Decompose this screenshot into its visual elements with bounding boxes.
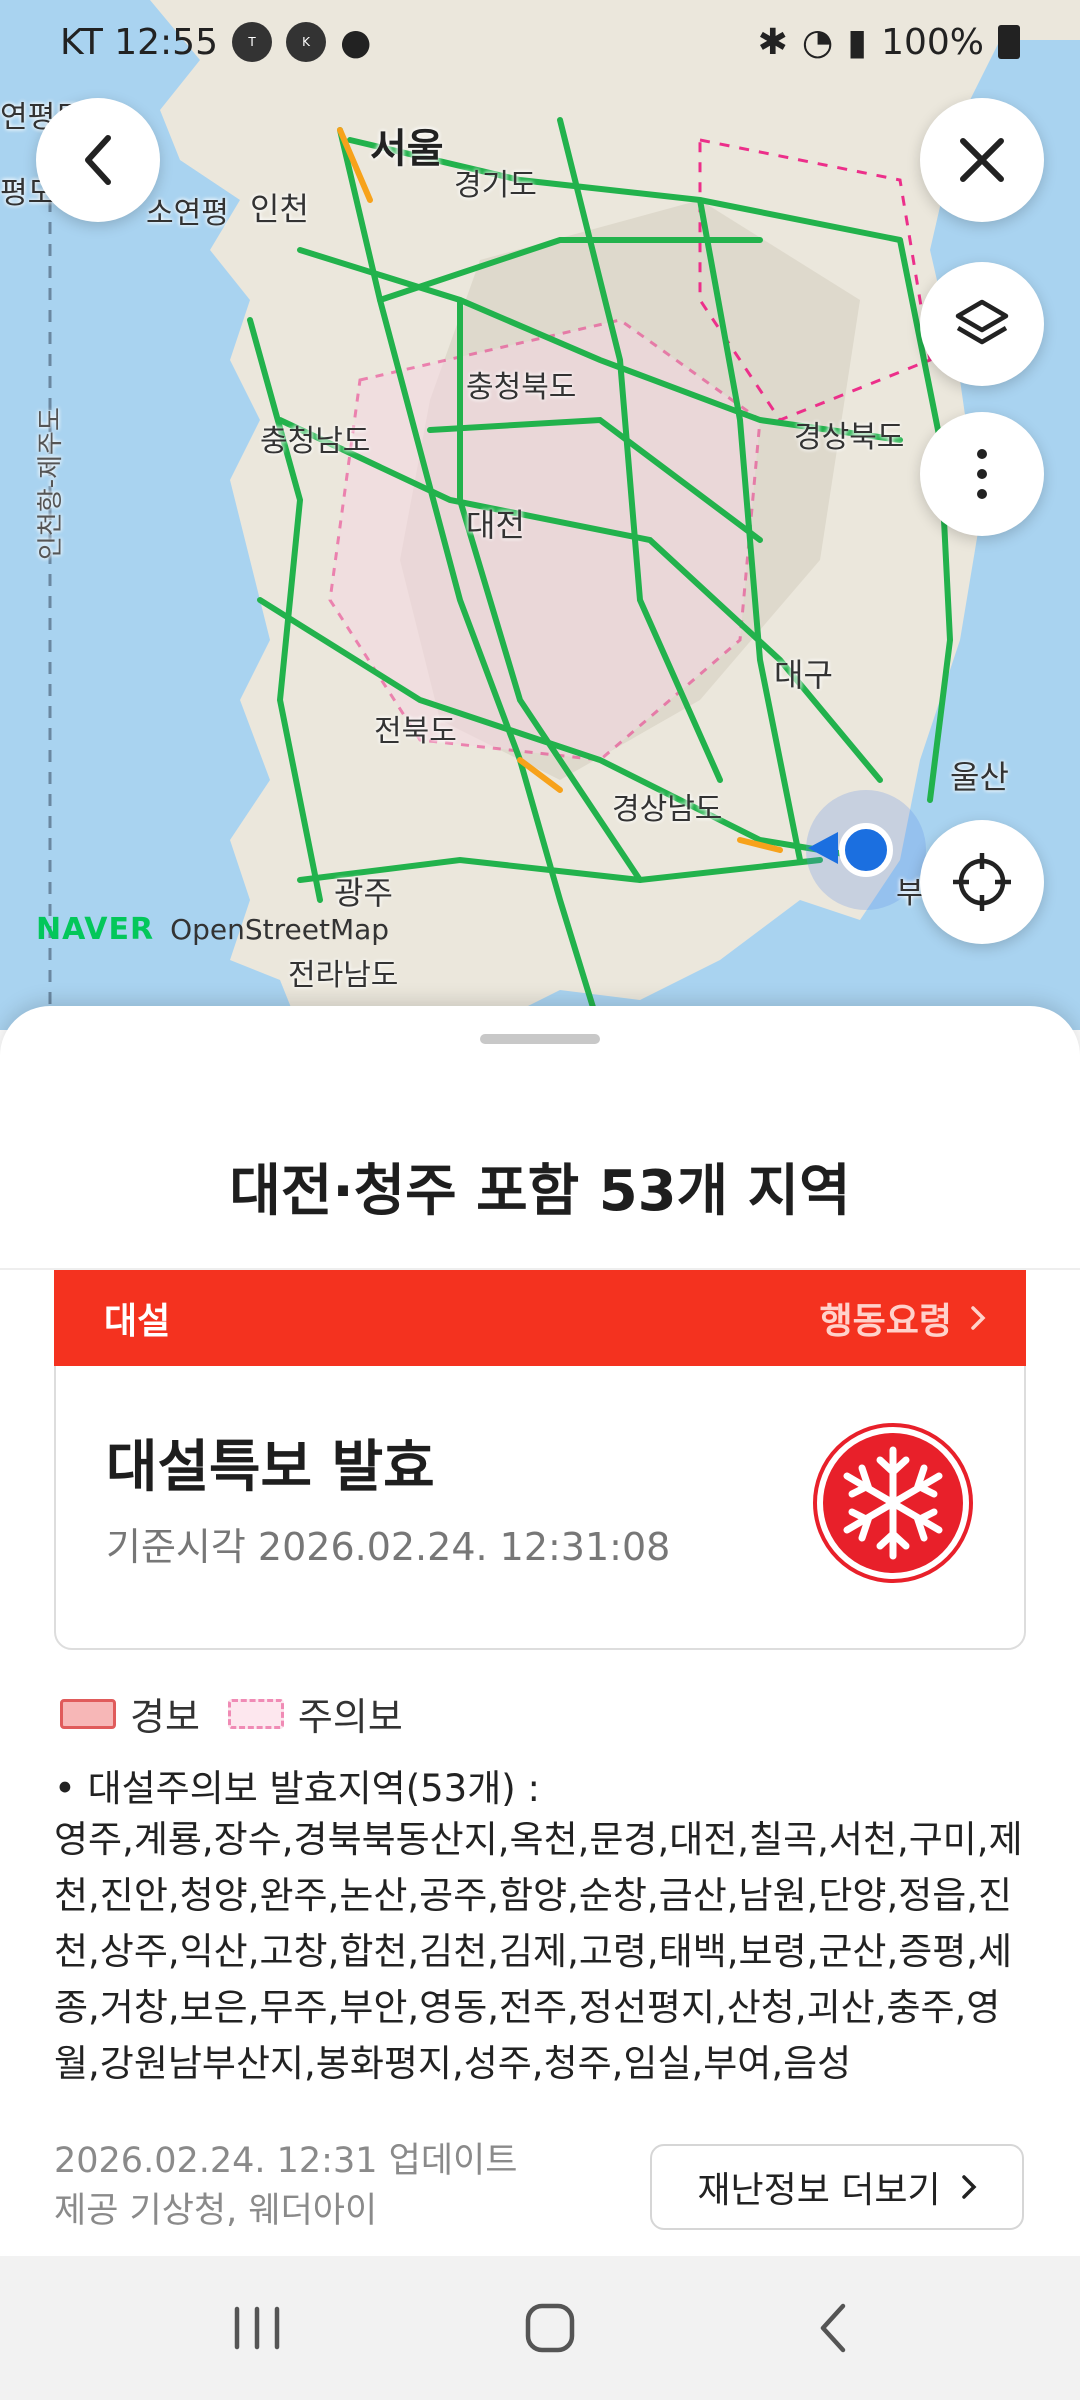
- bluetooth-icon: ✱: [757, 21, 788, 63]
- legend: 경보 주의보: [60, 1686, 403, 1741]
- sheet-title: 대전·청주 포함 53개 지역: [229, 1159, 851, 1224]
- chevron-right-icon: [961, 2175, 977, 2199]
- sheet-drag-handle[interactable]: [480, 1034, 600, 1044]
- recents-icon[interactable]: [227, 2303, 287, 2353]
- legend-advisory-swatch: [227, 1698, 284, 1729]
- naver-logo: NAVER: [36, 912, 155, 947]
- map-view[interactable]: KT 12:55 T K ● ✱ ◔ ▮ 100% 연평도 평도 서울 인천 소…: [0, 0, 1080, 1030]
- action-guide-label: 행동요령: [819, 1301, 952, 1342]
- region-header: • 대설주의보 발효지역(53개) :: [54, 1767, 540, 1810]
- more-disaster-info-button[interactable]: 재난정보 더보기: [650, 2144, 1024, 2230]
- dog-icon: ●: [340, 21, 372, 63]
- alert-category: 대설: [104, 1301, 171, 1342]
- alert-card-body: 대설특보 발효 기준시각 2026.02.24. 12:31:08: [56, 1366, 1024, 1646]
- crosshair-icon: [953, 853, 1011, 911]
- back-button[interactable]: [36, 98, 160, 222]
- wifi-icon: ◔: [801, 21, 834, 63]
- layers-icon: [955, 299, 1009, 345]
- my-location-button[interactable]: [920, 820, 1044, 944]
- osm-credit: OpenStreetMap: [170, 913, 390, 946]
- signal-icon: ▮: [847, 21, 868, 63]
- carrier-time: KT 12:55: [60, 21, 218, 63]
- map-label-ferry: 인천항-제주도: [36, 407, 66, 560]
- map-label-gyeongnam: 경상남도: [612, 792, 723, 827]
- alert-headline: 대설특보 발효: [106, 1435, 435, 1500]
- map-attribution: NAVER OpenStreetMap: [36, 912, 389, 947]
- map-label-chungbuk: 충청북도: [466, 370, 577, 405]
- footer-info: 2026.02.24. 12:31 업데이트 제공 기상청, 웨더아이: [54, 2136, 517, 2236]
- home-icon[interactable]: [522, 2300, 578, 2356]
- system-nav-bar: [0, 2256, 1080, 2400]
- close-button[interactable]: [920, 98, 1044, 222]
- map-label-incheon: 인천: [250, 190, 309, 228]
- back-nav-icon[interactable]: [813, 2300, 853, 2356]
- battery-icon: [998, 25, 1020, 59]
- status-right: ✱ ◔ ▮ 100%: [758, 22, 1020, 63]
- battery-percent: 100%: [881, 21, 984, 63]
- alert-card: 대설 행동요령 대설특보 발효 기준시각 2026.02.24. 12:31:0…: [54, 1270, 1026, 1650]
- map-label-jeonnam: 전라남도: [288, 958, 399, 993]
- map-label-gyeongbuk: 경상북도: [794, 420, 905, 455]
- snowflake-icon: [813, 1423, 973, 1583]
- keyplus-icon: K: [286, 22, 326, 62]
- more-vertical-icon: [977, 449, 987, 499]
- legend-warning-label: 경보: [130, 1695, 200, 1739]
- region-list: 영주,계룡,장수,경북북동산지,옥천,문경,대전,칠곡,서천,구미,제천,진안,…: [54, 1818, 1023, 2085]
- layers-button[interactable]: [920, 262, 1044, 386]
- updated-time: 2026.02.24. 12:31 업데이트: [54, 2141, 518, 2181]
- status-left: KT 12:55 T K ●: [60, 22, 371, 63]
- map-label-ulsan: 울산: [950, 758, 1009, 796]
- talk-icon: T: [232, 22, 272, 62]
- map-label-gwangju: 광주: [334, 874, 393, 912]
- map-label-jeonbuk: 전북도: [374, 714, 457, 749]
- map-label-soyeonpyeong: 소연평: [146, 196, 229, 231]
- map-label-seoul: 서울: [370, 126, 444, 172]
- legend-warning-swatch: [60, 1698, 116, 1729]
- close-icon: [960, 138, 1004, 182]
- bottom-sheet[interactable]: 대전·청주 포함 53개 지역 대설 행동요령 대설특보 발효 기준시각 202…: [0, 1006, 1080, 2256]
- legend-advisory-label: 주의보: [297, 1695, 403, 1739]
- status-bar: KT 12:55 T K ● ✱ ◔ ▮ 100%: [0, 0, 1080, 84]
- action-guide-link[interactable]: 행동요령: [820, 1292, 986, 1344]
- chevron-left-icon: [85, 135, 111, 185]
- map-label-daegu: 대구: [774, 656, 833, 694]
- more-options-button[interactable]: [920, 412, 1044, 536]
- alert-card-header: 대설 행동요령: [54, 1270, 1026, 1366]
- chevron-right-icon: [971, 1306, 986, 1330]
- more-disaster-info-label: 재난정보 더보기: [697, 2170, 941, 2211]
- map-label-chungnam: 충청남도: [260, 424, 371, 459]
- map-label-gyeonggi: 경기도: [454, 168, 537, 203]
- map-label-daejeon: 대전: [466, 506, 525, 544]
- alert-time: 기준시각 2026.02.24. 12:31:08: [106, 1525, 671, 1569]
- provider-text: 제공 기상청, 웨더아이: [54, 2191, 378, 2231]
